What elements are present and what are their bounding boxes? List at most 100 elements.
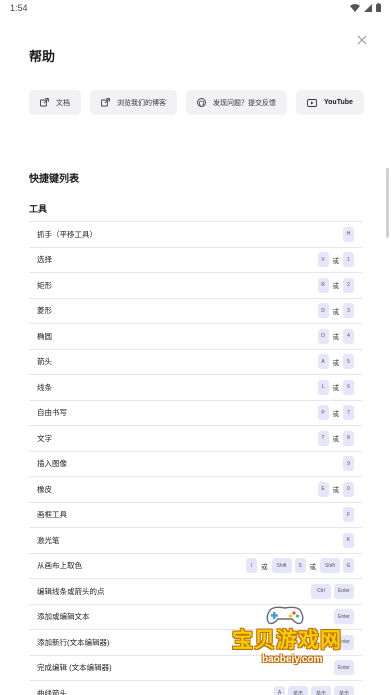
- watermark: 宝贝游戏网 baobeiy.com: [226, 604, 388, 684]
- shortcut-keys: I 或 Shift S 或 Shift G: [246, 558, 354, 574]
- key-cap: 2: [343, 277, 354, 293]
- key-cap: 1: [343, 252, 354, 268]
- external-link-icon: [40, 98, 49, 107]
- signal-icon: [364, 3, 372, 12]
- blog-link-label: 浏览我们的博客: [117, 99, 166, 107]
- shortcut-label: 画框工具: [37, 510, 67, 520]
- key-cap: P: [317, 405, 329, 421]
- shortcut-keys: H: [343, 226, 354, 242]
- key-cap: Shift: [271, 558, 292, 574]
- key-cap: T: [317, 430, 329, 446]
- close-icon: [357, 35, 367, 45]
- shortcut-row: 橡皮 E 或 0: [29, 477, 362, 503]
- key-cap: 7: [343, 405, 354, 421]
- battery-icon: [376, 3, 381, 12]
- shortcut-row: 矩形 R 或 2: [29, 273, 362, 299]
- shortcut-keys: T或8: [317, 430, 354, 446]
- shortcut-keys: V或1: [317, 252, 354, 268]
- shortcut-keys: P或7: [317, 405, 354, 421]
- youtube-link-label: YouTube: [324, 99, 353, 106]
- shortcut-label: 橡皮: [37, 484, 52, 494]
- or-separator: 或: [332, 308, 340, 316]
- key-cap: A: [274, 685, 285, 695]
- or-separator: 或: [332, 283, 340, 291]
- shortcut-label: 线条: [37, 382, 52, 392]
- shortcut-row: 编辑线条或箭头的点 Ctrl Enter: [29, 579, 362, 605]
- shortcut-row: 抓手（平移工具） H: [29, 222, 362, 248]
- or-separator: 或: [261, 563, 268, 571]
- wifi-icon: [350, 3, 360, 12]
- status-time: 1:54: [10, 3, 28, 13]
- watermark-url: baobeiy.com: [262, 654, 323, 665]
- key-cap: 4: [343, 328, 354, 344]
- key-cap: H: [343, 226, 354, 242]
- external-link-icon: [101, 98, 110, 107]
- shortcut-keys: O或4: [317, 328, 354, 344]
- key-cap: 8: [343, 430, 354, 446]
- key-cap: 5: [343, 354, 354, 370]
- shortcut-label: 曲线箭头: [37, 688, 67, 695]
- shortcuts-section-title: 快捷键列表: [29, 174, 79, 185]
- feedback-link-button[interactable]: 发现问题？提交反馈: [186, 90, 287, 115]
- shortcut-label: 从画布上取色: [37, 561, 82, 571]
- shortcut-row: 激光笔 K: [29, 528, 362, 554]
- shortcut-keys: E或0: [317, 481, 354, 497]
- key-cap: 单击: [311, 685, 331, 695]
- close-button[interactable]: [355, 33, 369, 47]
- or-separator: 或: [332, 359, 340, 367]
- shortcut-row: 从画布上取色 I 或 Shift S 或 Shift G: [29, 554, 362, 579]
- shortcut-keys: F: [343, 507, 354, 523]
- youtube-icon: [307, 98, 317, 107]
- scrollbar[interactable]: [386, 168, 389, 238]
- key-cap: 单击: [334, 685, 354, 695]
- key-cap: E: [317, 481, 329, 497]
- docs-link-label: 文档: [56, 99, 70, 107]
- shortcut-label: 菱形: [37, 306, 52, 316]
- github-icon: [197, 98, 206, 107]
- shortcut-row: 插入图像 9: [29, 452, 362, 477]
- key-cap: S: [294, 558, 306, 574]
- shortcut-label: 矩形: [37, 280, 52, 290]
- shortcut-keys: Ctrl Enter: [311, 583, 354, 599]
- shortcut-keys: 9: [343, 456, 354, 472]
- key-cap: Enter: [334, 583, 354, 599]
- help-links: 文档 浏览我们的博客 发现问题？提交反馈 YouTube: [29, 90, 369, 115]
- shortcut-keys: A或5: [317, 354, 354, 370]
- status-icons: [350, 3, 381, 12]
- key-cap: K: [343, 532, 354, 548]
- shortcut-keys: D或3: [317, 303, 354, 319]
- key-cap: I: [246, 558, 257, 574]
- or-separator: 或: [332, 410, 340, 418]
- shortcut-label: 选择: [37, 255, 52, 265]
- key-cap: Shift: [320, 558, 340, 574]
- key-cap: F: [343, 507, 354, 523]
- shortcut-label: 椭圆: [37, 331, 52, 341]
- shortcut-label: 添加新行(文本编辑器): [37, 637, 110, 647]
- shortcut-label: 完成编辑 (文本编辑器): [37, 663, 112, 673]
- blog-link-button[interactable]: 浏览我们的博客: [90, 90, 177, 115]
- shortcut-label: 添加或编辑文本: [37, 612, 90, 622]
- youtube-link-button[interactable]: YouTube: [296, 90, 364, 115]
- shortcut-label: 箭头: [37, 357, 52, 367]
- shortcut-keys: A 单击 单击 单击: [274, 685, 354, 695]
- shortcut-keys: L或6: [317, 379, 354, 395]
- or-separator: 或: [332, 334, 340, 342]
- key-cap: Ctrl: [311, 583, 331, 599]
- key-cap: O: [317, 328, 329, 344]
- key-cap: L: [317, 379, 329, 395]
- key-cap: D: [317, 303, 329, 319]
- docs-link-button[interactable]: 文档: [29, 90, 81, 115]
- tools-group-title: 工具: [29, 204, 48, 214]
- or-separator: 或: [332, 385, 340, 393]
- shortcut-row: 线条 L 或 6: [29, 375, 362, 401]
- or-separator: 或: [332, 436, 340, 444]
- watermark-title: 宝贝游戏网: [232, 629, 342, 652]
- or-separator: 或: [332, 257, 340, 265]
- shortcut-label: 插入图像: [37, 459, 67, 469]
- shortcut-label: 抓手（平移工具）: [37, 229, 97, 239]
- or-separator: 或: [309, 563, 317, 571]
- shortcut-label: 文字: [37, 433, 52, 443]
- shortcut-row: 菱形 D 或 3: [29, 299, 362, 324]
- status-bar: 1:54: [0, 0, 391, 18]
- key-cap: 3: [343, 303, 354, 319]
